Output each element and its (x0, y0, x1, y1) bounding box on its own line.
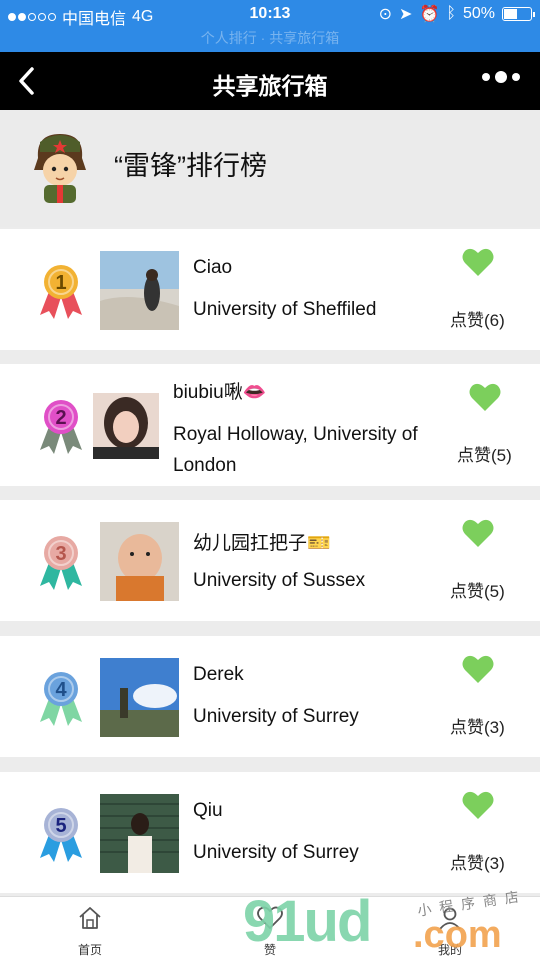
user-name: biubiu啾👄 (173, 382, 267, 403)
user-avatar (100, 794, 179, 873)
tab-bar: 首页 赞 我的 (0, 896, 540, 960)
heart-like-icon[interactable] (462, 518, 494, 548)
ranking-card[interactable]: 4 Derek University of Surrey 点赞(3) (0, 636, 540, 757)
user-icon (439, 907, 461, 930)
heart-like-icon[interactable] (462, 654, 494, 684)
svg-text:3: 3 (55, 543, 66, 565)
rank-medal-icon: 1 (40, 265, 82, 319)
user-avatar (93, 393, 159, 459)
status-icons: ⊙ ➤ ⏰ ᛒ 50% (378, 4, 535, 24)
tab-label: 我的 (437, 943, 462, 957)
tab-like[interactable]: 赞 (180, 897, 360, 960)
user-name: 幼儿园扛把子🎫 (193, 533, 331, 554)
user-school: University of Sussex (193, 570, 366, 591)
user-avatar (100, 522, 179, 601)
leaderboard-title: “雷锋”排行榜 (114, 151, 267, 181)
svg-text:1: 1 (55, 272, 66, 294)
tab-home[interactable]: 首页 (0, 897, 180, 960)
like-count: 点赞(5) (450, 582, 505, 601)
user-school: University of Surrey (193, 842, 359, 863)
user-name: Derek (193, 664, 244, 685)
like-count: 点赞(5) (457, 446, 512, 465)
heart-like-icon[interactable] (462, 790, 494, 820)
battery-percent: 50% (462, 5, 495, 22)
rank-medal-icon: 4 (40, 672, 82, 726)
svg-text:5: 5 (55, 815, 66, 837)
like-count: 点赞(3) (450, 718, 505, 737)
location-icon: ➤ (399, 6, 413, 23)
ranking-card[interactable]: 5 Qiu University of Surrey 点赞(3) (0, 772, 540, 893)
alarm-icon: ⏰ (419, 6, 440, 23)
ranking-card[interactable]: 2 biubiu啾👄 Royal Holloway, University of… (0, 364, 540, 486)
bluetooth-icon: ᛒ (446, 5, 456, 22)
user-avatar (100, 658, 179, 737)
user-name: Ciao (193, 257, 233, 278)
more-dots-icon[interactable] (482, 71, 520, 83)
svg-text:2: 2 (55, 407, 66, 429)
user-school: University of Surrey (193, 706, 359, 727)
rotation-lock-icon: ⊙ (378, 6, 393, 23)
user-school: Royal Holloway, University of London (173, 424, 418, 476)
status-faint-text: 个人排行 · 共享旅行箱 (200, 30, 340, 46)
home-icon (79, 907, 101, 929)
heart-like-icon[interactable] (462, 247, 494, 277)
lei-feng-mascot-icon (34, 134, 86, 203)
ranking-card[interactable]: 1 Ciao University of Sheffiled 点赞(6) (0, 229, 540, 350)
rank-medal-icon: 5 (40, 808, 82, 862)
like-heart-icon (257, 906, 283, 930)
leaderboard-banner: “雷锋”排行榜 (0, 110, 540, 227)
ranking-card[interactable]: 3 幼儿园扛把子🎫 University of Sussex 点赞(5) (0, 500, 540, 621)
page-title: 共享旅行箱 (212, 73, 328, 99)
tab-mine[interactable]: 我的 (360, 897, 540, 960)
battery-icon (502, 7, 535, 21)
like-count: 点赞(6) (450, 311, 505, 330)
tab-label: 首页 (77, 943, 102, 957)
svg-text:4: 4 (55, 679, 67, 701)
status-bar: 中国电信 4G 10:13 ⊙ ➤ ⏰ ᛒ 50% 个人排行 · 共享旅行箱 (0, 0, 540, 52)
nav-bar: 共享旅行箱 (0, 52, 540, 110)
tab-label: 赞 (263, 943, 276, 957)
rank-medal-icon: 3 (40, 536, 82, 590)
user-avatar (100, 251, 179, 330)
user-school: University of Sheffiled (193, 299, 377, 320)
heart-like-icon[interactable] (469, 382, 501, 412)
user-name: Qiu (193, 800, 223, 821)
like-count: 点赞(3) (450, 854, 505, 873)
rank-medal-icon: 2 (40, 400, 82, 454)
